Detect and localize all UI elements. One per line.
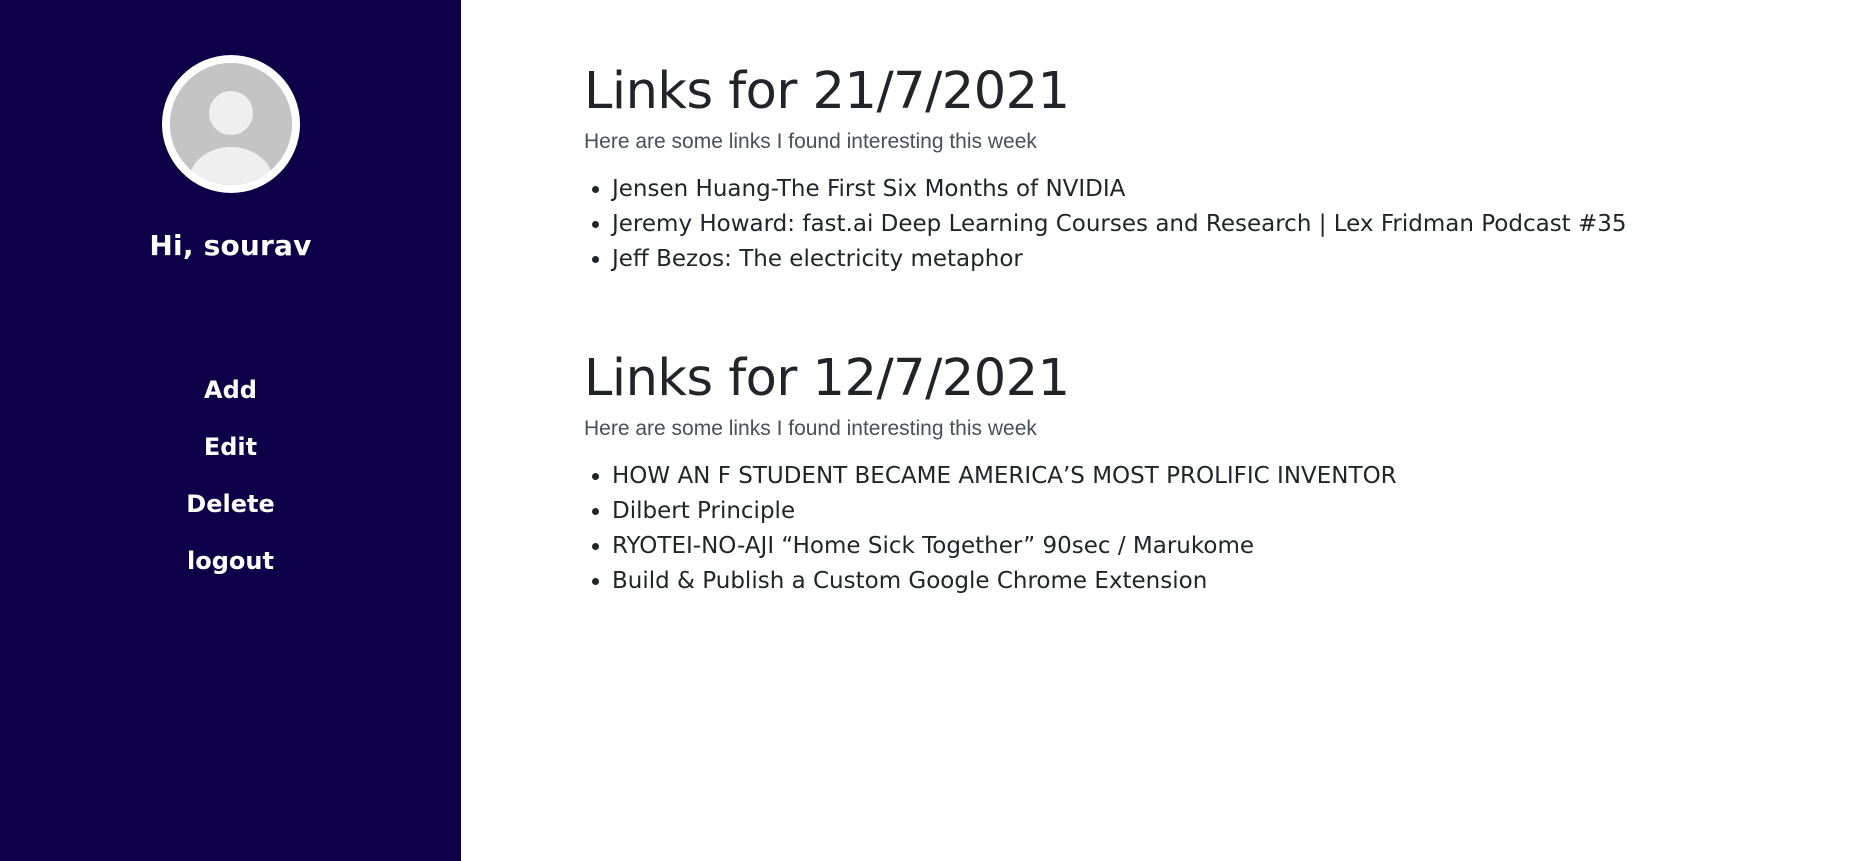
section-title: Links for 12/7/2021 [584,349,1070,408]
link-item[interactable]: Build & Publish a Custom Google Chrome E… [612,568,1207,594]
link-list: HOW AN F STUDENT BECAME AMERICA’S MOST P… [584,459,1868,599]
main-content: Links for 21/7/2021 Here are some links … [461,0,1868,861]
section-subtitle: Here are some links I found interesting … [584,130,1037,153]
avatar [161,55,300,193]
sidebar: Hi, sourav Add Edit Delete logout [0,0,461,861]
list-item: Jeremy Howard: fast.ai Deep Learning Cou… [612,207,1868,242]
link-item[interactable]: Jeff Bezos: The electricity metaphor [612,246,1023,272]
nav-add-link[interactable]: Add [204,362,257,419]
sidebar-nav: Add Edit Delete logout [186,362,274,590]
greeting: Hi, sourav [149,229,312,262]
link-item[interactable]: HOW AN F STUDENT BECAME AMERICA’S MOST P… [612,463,1397,489]
link-item[interactable]: RYOTEI-NO-AJI “Home Sick Together” 90sec… [612,533,1254,559]
app: Hi, sourav Add Edit Delete logout Links … [0,0,1868,861]
link-item[interactable]: Jeremy Howard: fast.ai Deep Learning Cou… [612,211,1627,237]
list-item: HOW AN F STUDENT BECAME AMERICA’S MOST P… [612,459,1868,494]
nav-edit-link[interactable]: Edit [204,419,257,476]
nav-logout-link[interactable]: logout [187,533,274,590]
link-item[interactable]: Dilbert Principle [612,498,795,524]
link-list: Jensen Huang-The First Six Months of NVI… [584,172,1868,277]
list-item: Dilbert Principle [612,494,1868,529]
section-subtitle: Here are some links I found interesting … [584,417,1037,440]
nav-delete-link[interactable]: Delete [186,476,274,533]
user-avatar-icon [169,63,292,185]
list-item: Jensen Huang-The First Six Months of NVI… [612,172,1868,207]
list-item: Build & Publish a Custom Google Chrome E… [612,564,1868,599]
list-item: RYOTEI-NO-AJI “Home Sick Together” 90sec… [612,529,1868,564]
link-item[interactable]: Jensen Huang-The First Six Months of NVI… [612,176,1125,202]
list-item: Jeff Bezos: The electricity metaphor [612,242,1868,277]
links-section: Links for 21/7/2021 Here are some links … [584,62,1868,277]
links-section: Links for 12/7/2021 Here are some links … [584,349,1868,599]
section-title: Links for 21/7/2021 [584,62,1070,121]
